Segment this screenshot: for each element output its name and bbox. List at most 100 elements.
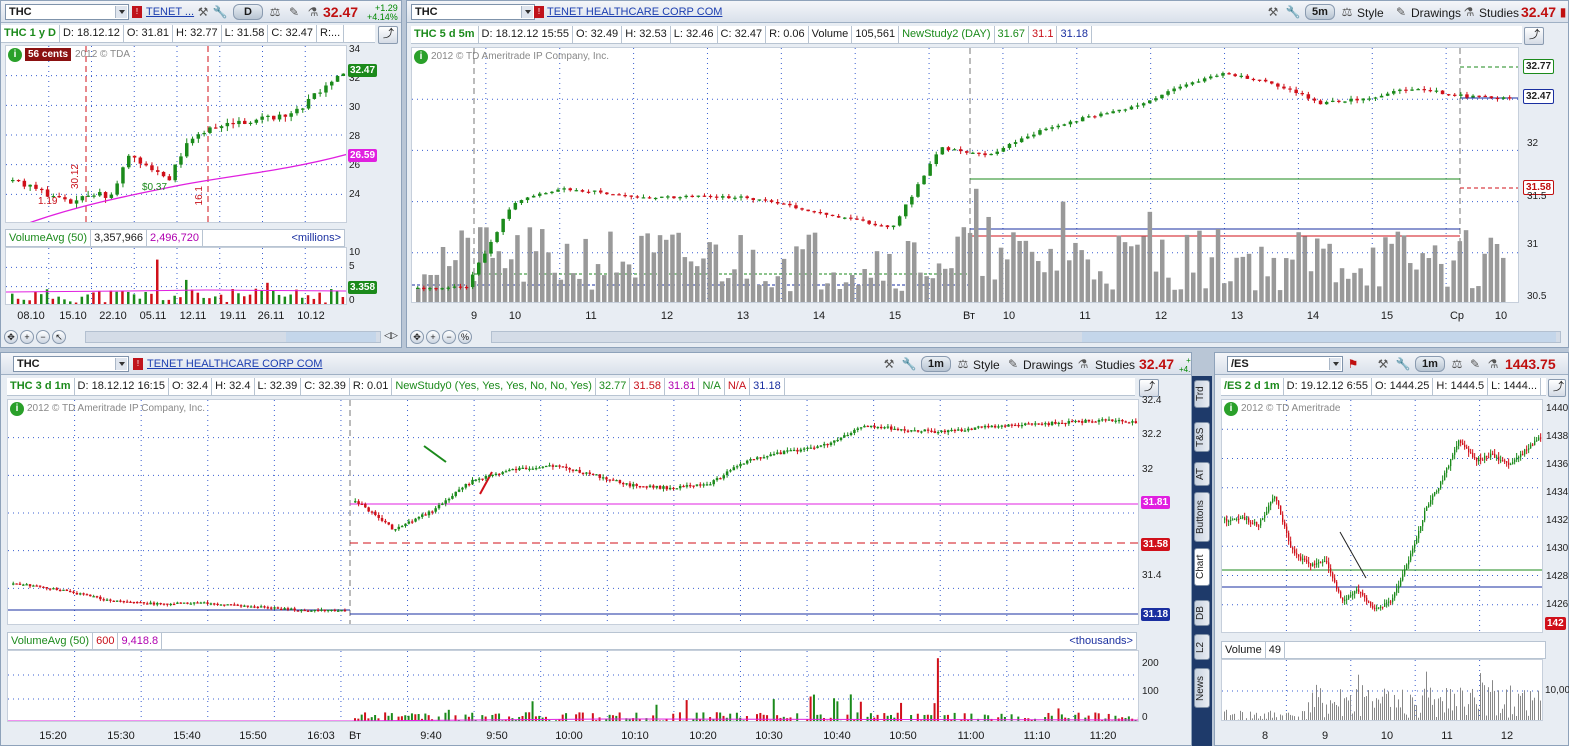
tab-l2[interactable]: L2 (1194, 634, 1210, 660)
tools-icon[interactable]: ⚒ (195, 4, 211, 20)
style-icon[interactable]: ⚖ (1449, 356, 1465, 372)
chart-settings-icon[interactable]: ⤴ (1548, 379, 1566, 397)
drawings-button[interactable]: Drawings (1023, 358, 1073, 372)
volume-bar (812, 694, 815, 721)
style-icon[interactable]: ⚖ (267, 4, 283, 20)
style-button[interactable]: Style (1357, 6, 1384, 20)
style-icon[interactable]: ⚖ (955, 356, 971, 372)
studies-icon[interactable]: ⚗ (1485, 356, 1501, 372)
aggregation-button[interactable]: 1m (921, 356, 951, 372)
volume-bar (983, 714, 986, 721)
volume-bar (850, 275, 855, 302)
pencil-icon[interactable]: ✎ (1393, 4, 1409, 20)
tab-trd[interactable]: Trd (1194, 380, 1210, 408)
pencil-icon[interactable]: ✎ (286, 4, 302, 20)
chevron-down-icon[interactable] (115, 358, 127, 370)
price-plot[interactable]: i 2012 © TD Ameritrade IP Company, Inc. (7, 399, 1139, 625)
wrench-icon[interactable]: 🔧 (1285, 4, 1301, 20)
chevron-down-icon[interactable] (521, 6, 533, 18)
flag-icon[interactable]: ⚑ (1345, 356, 1361, 372)
expand-icon[interactable]: ◁▷ (383, 330, 399, 344)
symbol-input[interactable]: /ES (1227, 356, 1343, 372)
company-link[interactable]: TENET HEALTHCARE CORP COM (147, 358, 322, 370)
wrench-icon[interactable]: 🔧 (901, 356, 917, 372)
volume-bar (1358, 674, 1359, 720)
aggregation-button[interactable]: 1m (1415, 356, 1445, 372)
candle (591, 473, 595, 476)
volume-plot[interactable] (5, 247, 347, 305)
volume-bar (949, 268, 954, 302)
pan-icon[interactable]: ✥ (410, 330, 424, 344)
alert-flag-icon[interactable]: ! (132, 6, 142, 18)
company-link[interactable]: TENET ... (146, 6, 194, 18)
candle (926, 429, 930, 431)
symbol-input[interactable]: THC (411, 4, 535, 20)
candle (387, 522, 390, 525)
studies-button[interactable]: Studies (1095, 358, 1135, 372)
chart-settings-icon[interactable]: ⤴ (378, 26, 398, 44)
drawings-button[interactable]: Drawings (1411, 6, 1461, 20)
studies-icon[interactable]: ⚗ (1075, 356, 1091, 372)
studies-icon[interactable]: ⚗ (305, 4, 321, 20)
time-scrollbar[interactable] (85, 331, 381, 343)
candle (1097, 420, 1101, 422)
cursor-icon[interactable]: ↖ (52, 330, 66, 344)
wrench-icon[interactable]: 🔧 (1395, 356, 1411, 372)
aggregation-button[interactable]: 5m (1305, 4, 1335, 20)
studies-icon[interactable]: ⚗ (1461, 4, 1477, 20)
candle (508, 469, 511, 472)
tools-icon[interactable]: ⚒ (881, 356, 897, 372)
candle (179, 602, 182, 604)
tab-buttons[interactable]: Buttons (1194, 492, 1210, 542)
volume-plot[interactable] (1221, 659, 1543, 721)
studies-button[interactable]: Studies (1479, 6, 1519, 20)
pin-icon[interactable]: ▮ (1555, 4, 1568, 20)
volume-bar (1306, 719, 1307, 720)
symbol-input[interactable]: THC (5, 4, 129, 20)
candle (394, 529, 397, 531)
volume-bar (427, 715, 430, 721)
pencil-icon[interactable]: ✎ (1467, 356, 1483, 372)
chart-settings-icon[interactable]: ⤴ (1524, 27, 1544, 45)
alert-flag-icon[interactable]: ! (534, 6, 544, 18)
symbol-input[interactable]: THC (13, 356, 129, 372)
pencil-icon[interactable]: ✎ (1005, 356, 1021, 372)
volume-bar (585, 721, 587, 722)
candle (1538, 437, 1540, 441)
price-plot[interactable]: i 2012 © TD Ameritrade IP Company, Inc. (411, 47, 1519, 303)
candle (879, 426, 883, 429)
candle (1379, 95, 1384, 98)
price-plot[interactable]: i 2012 © TD Ameritrade (1221, 399, 1543, 633)
wrench-icon[interactable]: 🔧 (212, 4, 228, 20)
tools-icon[interactable]: ⚒ (1375, 356, 1391, 372)
candle (1350, 595, 1352, 597)
price-plot[interactable]: i 56 cents 2012 © TDA 30.12 $0.37 16.1 1.1… (5, 45, 347, 223)
zoom-out-icon[interactable]: − (36, 330, 50, 344)
candle (1074, 121, 1079, 123)
tab-chart[interactable]: Chart (1194, 548, 1210, 586)
candle (757, 199, 762, 201)
time-scrollbar[interactable] (491, 331, 1561, 343)
chevron-down-icon[interactable] (115, 6, 127, 18)
style-button[interactable]: Style (973, 358, 1000, 372)
zoom-in-icon[interactable]: + (20, 330, 34, 344)
volume-plot[interactable] (7, 650, 1139, 722)
volume-bar (1452, 710, 1453, 720)
tab-news[interactable]: News (1194, 668, 1210, 708)
chevron-down-icon[interactable] (1329, 358, 1341, 370)
alert-flag-icon[interactable]: ! (133, 358, 143, 370)
style-icon[interactable]: ⚖ (1339, 4, 1355, 20)
newstudy-value: 31.81 (665, 378, 700, 395)
candle (699, 484, 702, 486)
percent-icon[interactable]: % (458, 330, 472, 344)
tools-icon[interactable]: ⚒ (1265, 4, 1281, 20)
aggregation-button[interactable]: D (233, 4, 263, 20)
pan-icon[interactable]: ✥ (4, 330, 18, 344)
tab-at[interactable]: AT (1194, 462, 1210, 486)
zoom-out-icon[interactable]: − (442, 330, 456, 344)
tab-time-and-sales[interactable]: T&S (1194, 422, 1210, 452)
zoom-in-icon[interactable]: + (426, 330, 440, 344)
tab-db[interactable]: DB (1194, 600, 1210, 626)
volume-bar (883, 713, 886, 721)
company-link[interactable]: TENET HEALTHCARE CORP COM (547, 6, 722, 18)
